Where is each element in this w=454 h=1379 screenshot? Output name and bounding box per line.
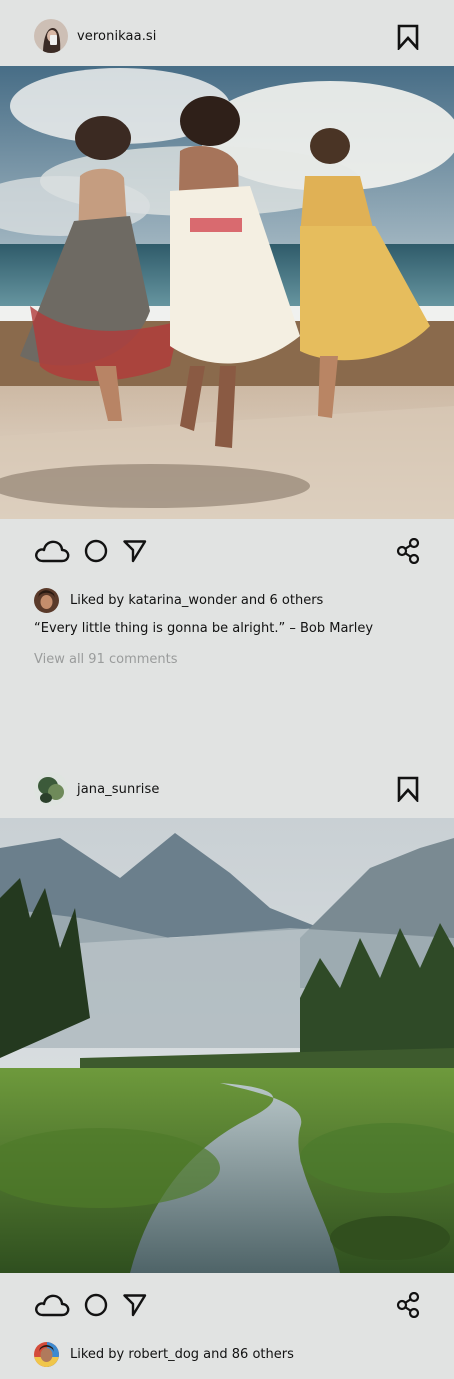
likes-row[interactable]: Liked by katarina_wonder and 6 others: [34, 588, 323, 613]
bookmark-icon[interactable]: [396, 776, 420, 802]
post-image[interactable]: [0, 818, 454, 1273]
avatar[interactable]: [34, 19, 68, 53]
liker-avatar: [34, 588, 59, 613]
post-footer: Liked by katarina_wonder and 6 others “E…: [0, 585, 454, 748]
post-header: jana_sunrise: [0, 748, 454, 818]
send-icon[interactable]: [123, 1293, 147, 1317]
avatar[interactable]: [34, 772, 68, 806]
post-username[interactable]: jana_sunrise: [77, 782, 159, 797]
view-comments-link[interactable]: View all 91 comments: [34, 652, 178, 667]
post-image[interactable]: [0, 66, 454, 519]
post-caption: “Every little thing is gonna be alright.…: [34, 621, 374, 636]
post-actions: [0, 1273, 454, 1339]
likes-text: Liked by robert_dog and 86 others: [70, 1347, 294, 1362]
liker-avatar: [34, 1342, 59, 1367]
cloud-icon[interactable]: [34, 1293, 70, 1317]
post-1: veronikaa.si Liked by katarina_wonder an…: [0, 0, 454, 748]
circle-icon[interactable]: [84, 1293, 108, 1317]
cloud-icon[interactable]: [34, 539, 70, 563]
bookmark-icon[interactable]: [396, 24, 420, 50]
likes-text: Liked by katarina_wonder and 6 others: [70, 593, 324, 608]
post-2: jana_sunrise Liked by robert_dog and 86 …: [0, 748, 454, 1379]
post-header: veronikaa.si: [0, 0, 454, 66]
likes-row[interactable]: Liked by robert_dog and 86 others: [34, 1342, 294, 1367]
post-actions: [0, 519, 454, 585]
share-icon[interactable]: [396, 1292, 420, 1318]
share-icon[interactable]: [396, 538, 420, 564]
post-footer: Liked by robert_dog and 86 others: [0, 1339, 454, 1379]
post-username[interactable]: veronikaa.si: [77, 29, 157, 44]
send-icon[interactable]: [123, 539, 147, 563]
circle-icon[interactable]: [84, 539, 108, 563]
